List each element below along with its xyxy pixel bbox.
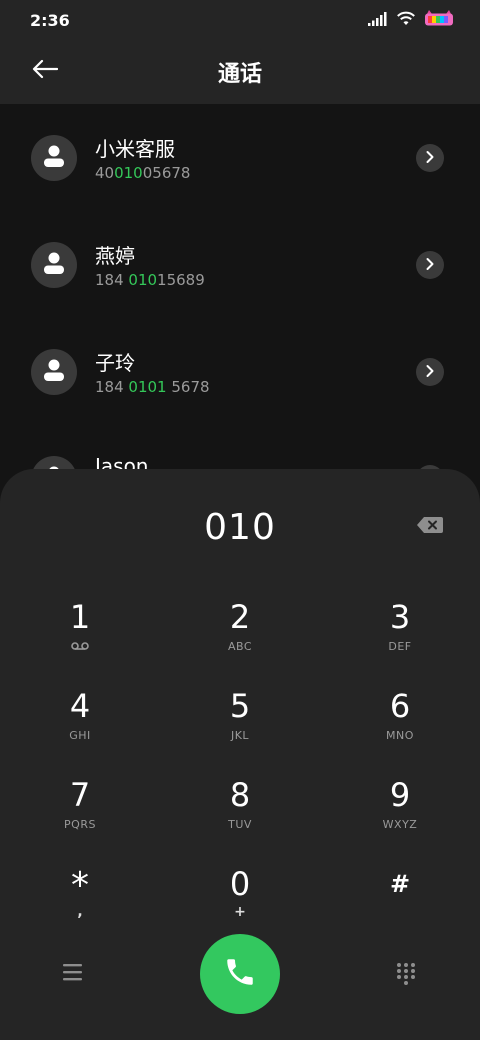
menu-button[interactable]	[60, 961, 86, 983]
avatar	[31, 242, 77, 288]
key-digit: 3	[389, 598, 411, 636]
dialpad-panel: 010 1 2 ABC 3 DEF 4 GHI 5 JKL 6 MNO 7 PQ…	[0, 469, 480, 1040]
key-digit: 6	[389, 687, 411, 725]
key-hash[interactable]: #	[345, 864, 455, 942]
status-bar: 2:36	[0, 0, 480, 40]
phone-icon	[223, 955, 257, 993]
key-letters: MNO	[386, 729, 414, 742]
wifi-icon	[396, 11, 416, 30]
key-letters: WXYZ	[382, 818, 418, 831]
key-digit: 0	[229, 865, 251, 903]
backspace-icon	[417, 517, 443, 537]
contact-item[interactable]: 小米客服 4001005678	[0, 104, 480, 210]
key-letters: DEF	[388, 640, 412, 653]
battery-icon	[424, 10, 454, 30]
key-digit: 1	[69, 598, 91, 636]
key-2[interactable]: 2 ABC	[185, 597, 295, 675]
avatar	[31, 135, 77, 181]
keypad-icon	[394, 963, 418, 989]
call-button[interactable]	[200, 934, 280, 1014]
key-letters: GHI	[69, 729, 91, 742]
contact-name: 燕婷	[95, 244, 135, 268]
contact-detail-button[interactable]	[416, 358, 444, 386]
contact-name: 子玲	[95, 351, 135, 375]
key-star[interactable]: * ,	[25, 864, 135, 942]
menu-icon	[60, 964, 86, 987]
status-icons	[368, 10, 454, 30]
key-digit: 4	[69, 687, 91, 725]
signal-icon	[368, 11, 388, 30]
page-title: 通话	[217, 62, 262, 87]
key-digit: *	[71, 865, 89, 906]
key-letters: ABC	[227, 640, 253, 653]
key-digit: 5	[229, 687, 251, 725]
status-time: 2:36	[30, 11, 70, 30]
key-digit: 2	[229, 598, 251, 636]
key-7[interactable]: 7 PQRS	[25, 775, 135, 853]
key-5[interactable]: 5 JKL	[185, 686, 295, 764]
key-1[interactable]: 1	[25, 597, 135, 675]
dialed-number: 010	[204, 507, 276, 548]
key-letters: TUV	[228, 818, 252, 831]
contact-number: 4001005678	[95, 164, 191, 182]
key-digit: #	[389, 870, 411, 898]
contact-name: 小米客服	[95, 137, 175, 161]
key-3[interactable]: 3 DEF	[345, 597, 455, 675]
key-4[interactable]: 4 GHI	[25, 686, 135, 764]
contact-number: 184 01015689	[95, 271, 205, 289]
key-letters: +	[234, 904, 246, 920]
contact-item[interactable]: 燕婷 184 01015689	[0, 211, 480, 317]
person-icon	[43, 144, 65, 172]
avatar	[31, 349, 77, 395]
chevron-right-icon	[425, 363, 435, 382]
key-8[interactable]: 8 TUV	[185, 775, 295, 853]
key-9[interactable]: 9 WXYZ	[345, 775, 455, 853]
chevron-right-icon	[425, 149, 435, 168]
key-6[interactable]: 6 MNO	[345, 686, 455, 764]
key-digit: 7	[69, 776, 91, 814]
person-icon	[43, 358, 65, 386]
contact-item[interactable]: 子玲 184 0101 5678	[0, 318, 480, 424]
keypad-toggle-button[interactable]	[394, 961, 418, 985]
app-header: 通话	[0, 40, 480, 104]
contact-detail-button[interactable]	[416, 251, 444, 279]
contact-list: 小米客服 4001005678 燕婷 184 01015689 子玲 184 0…	[0, 104, 480, 484]
key-letters: JKL	[230, 729, 250, 742]
person-icon	[43, 251, 65, 279]
voicemail-icon	[25, 640, 135, 654]
key-letters: ,	[77, 904, 83, 920]
key-digit: 8	[229, 776, 251, 814]
chevron-right-icon	[425, 256, 435, 275]
backspace-button[interactable]	[416, 517, 444, 537]
key-0[interactable]: 0 +	[185, 864, 295, 942]
contact-detail-button[interactable]	[416, 144, 444, 172]
key-digit: 9	[389, 776, 411, 814]
key-letters: PQRS	[64, 818, 96, 831]
contact-number: 184 0101 5678	[95, 378, 210, 396]
